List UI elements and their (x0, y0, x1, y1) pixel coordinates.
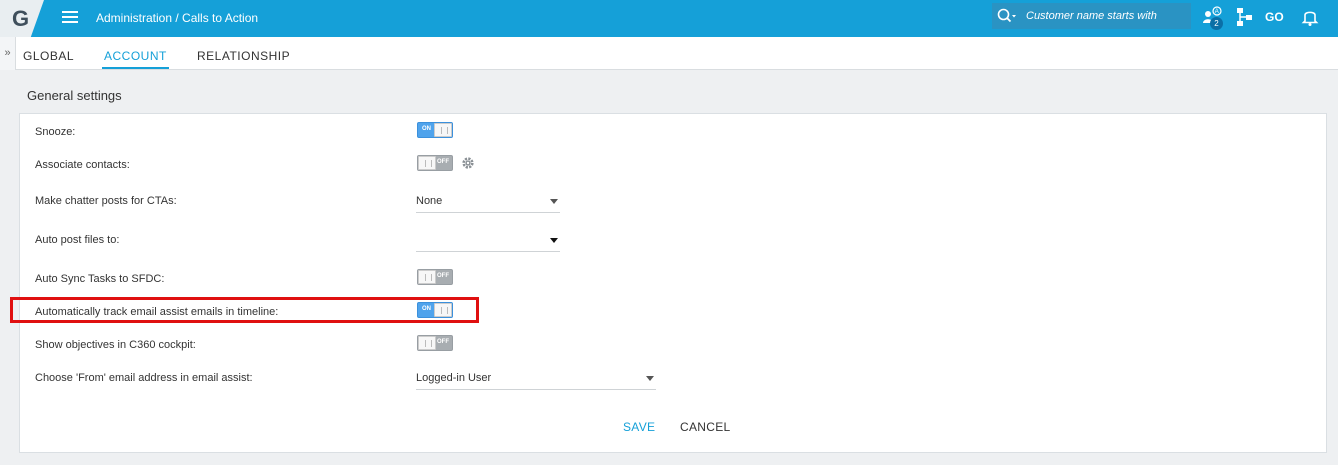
bell-icon[interactable] (1299, 6, 1321, 28)
active-tab-indicator (102, 67, 169, 69)
global-search[interactable] (992, 3, 1191, 29)
auto-post-files-select[interactable] (416, 232, 560, 252)
settings-card (19, 113, 1327, 453)
tab-global[interactable]: GLOBAL (23, 49, 74, 63)
associate-contacts-label: Associate contacts: (35, 159, 130, 171)
cancel-button[interactable]: CANCEL (680, 420, 730, 434)
show-objectives-toggle[interactable]: OFF (417, 335, 453, 351)
logo-letter: G (12, 6, 30, 31)
gear-icon[interactable] (461, 156, 475, 170)
search-icon[interactable] (997, 8, 1017, 24)
auto-sync-tasks-label: Auto Sync Tasks to SFDC: (35, 273, 165, 285)
breadcrumb: Administration / Calls to Action (96, 11, 259, 25)
highlight-box (10, 297, 479, 323)
from-email-select[interactable]: Logged-in User (416, 370, 656, 390)
svg-text:A: A (1215, 9, 1219, 15)
chevron-down-icon (550, 238, 558, 243)
hierarchy-icon[interactable] (1234, 6, 1256, 28)
snooze-toggle[interactable]: ON (417, 122, 453, 138)
show-objectives-label: Show objectives in C360 cockpit: (35, 339, 196, 351)
menu-icon[interactable] (62, 8, 80, 26)
auto-post-files-label: Auto post files to: (35, 234, 120, 246)
chatter-posts-label: Make chatter posts for CTAs: (35, 195, 177, 207)
tab-account[interactable]: ACCOUNT (104, 49, 167, 63)
auto-sync-tasks-toggle[interactable]: OFF (417, 269, 453, 285)
chatter-posts-select[interactable]: None (416, 193, 560, 213)
section-title: General settings (27, 88, 122, 103)
save-button[interactable]: SAVE (623, 420, 655, 434)
tab-relationship[interactable]: RELATIONSHIP (197, 49, 290, 63)
expand-sidebar-icon[interactable]: » (0, 37, 16, 70)
snooze-label: Snooze: (35, 126, 76, 138)
associate-contacts-toggle[interactable]: OFF (417, 155, 453, 171)
notification-badge: 2 (1210, 17, 1223, 30)
chevron-down-icon (550, 199, 558, 204)
go-button[interactable]: GO (1265, 10, 1284, 24)
from-email-label: Choose 'From' email address in email ass… (35, 372, 253, 384)
search-input[interactable] (1026, 8, 1186, 24)
chevron-down-icon (646, 376, 654, 381)
